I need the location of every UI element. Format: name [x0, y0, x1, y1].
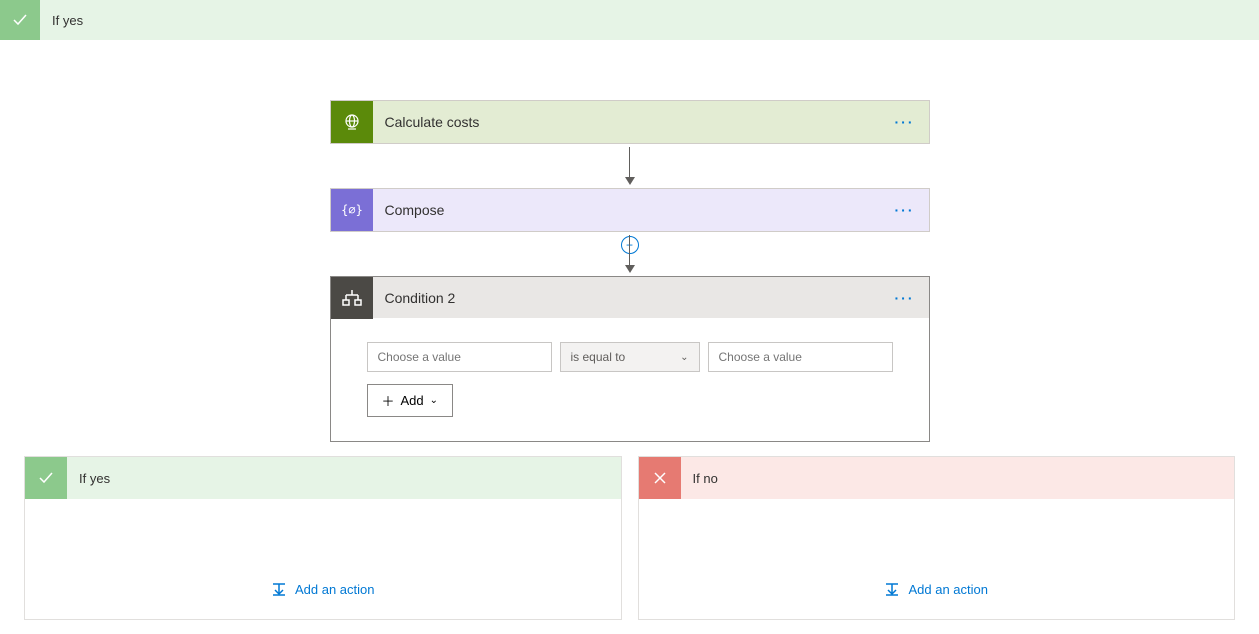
condition-icon: [331, 277, 373, 319]
plus-icon: ＋: [382, 391, 395, 410]
add-action-button[interactable]: Add an action: [884, 581, 988, 597]
operator-label: is equal to: [571, 350, 626, 364]
ellipsis-icon[interactable]: ···: [881, 290, 929, 306]
condition-body: is equal to ⌄ ＋ Add ⌄: [330, 318, 930, 442]
branch-label: If no: [681, 471, 718, 486]
ellipsis-icon[interactable]: ···: [881, 114, 929, 130]
branch-header: If yes: [25, 457, 621, 499]
branch-body: Add an action: [639, 499, 1235, 619]
add-action-label: Add an action: [295, 582, 375, 597]
add-action-icon: [884, 581, 900, 597]
outer-if-yes-banner: If yes: [0, 0, 1259, 40]
step-calculate-costs[interactable]: Calculate costs ···: [330, 100, 930, 144]
workflow-column: Calculate costs ··· {∅} Compose ··· + Co…: [0, 40, 1259, 442]
checkmark-icon: [0, 0, 40, 40]
add-condition-button[interactable]: ＋ Add ⌄: [367, 384, 454, 417]
branch-body: Add an action: [25, 499, 621, 619]
step-condition: Condition 2 ··· is equal to ⌄ ＋ Add ⌄: [330, 276, 930, 442]
add-action-button[interactable]: Add an action: [271, 581, 375, 597]
ellipsis-icon[interactable]: ···: [881, 202, 929, 218]
condition-branches: If yes Add an action If no Add an action: [0, 442, 1259, 620]
step-header[interactable]: Condition 2 ···: [330, 276, 930, 318]
step-title: Compose: [373, 202, 881, 218]
globe-icon: [331, 101, 373, 143]
add-action-label: Add an action: [908, 582, 988, 597]
step-title: Condition 2: [373, 290, 881, 306]
branch-header: If no: [639, 457, 1235, 499]
branch-label: If yes: [67, 471, 110, 486]
add-label: Add: [401, 393, 424, 408]
connector-arrow: [625, 144, 635, 188]
condition-operator-select[interactable]: is equal to ⌄: [560, 342, 700, 372]
svg-text:{∅}: {∅}: [342, 203, 362, 217]
step-header: Calculate costs ···: [331, 101, 929, 143]
condition-left-value[interactable]: [367, 342, 552, 372]
chevron-down-icon: ⌄: [680, 352, 688, 363]
braces-icon: {∅}: [331, 189, 373, 231]
chevron-down-icon: ⌄: [430, 395, 438, 406]
condition-right-value[interactable]: [708, 342, 893, 372]
branch-if-yes: If yes Add an action: [24, 456, 622, 620]
connector-arrow-plus: +: [625, 232, 635, 276]
condition-row: is equal to ⌄: [367, 342, 893, 372]
x-icon: [639, 457, 681, 499]
step-title: Calculate costs: [373, 114, 881, 130]
checkmark-icon: [25, 457, 67, 499]
add-action-icon: [271, 581, 287, 597]
outer-branch-label: If yes: [40, 13, 83, 28]
step-header: {∅} Compose ···: [331, 189, 929, 231]
step-compose[interactable]: {∅} Compose ···: [330, 188, 930, 232]
branch-if-no: If no Add an action: [638, 456, 1236, 620]
